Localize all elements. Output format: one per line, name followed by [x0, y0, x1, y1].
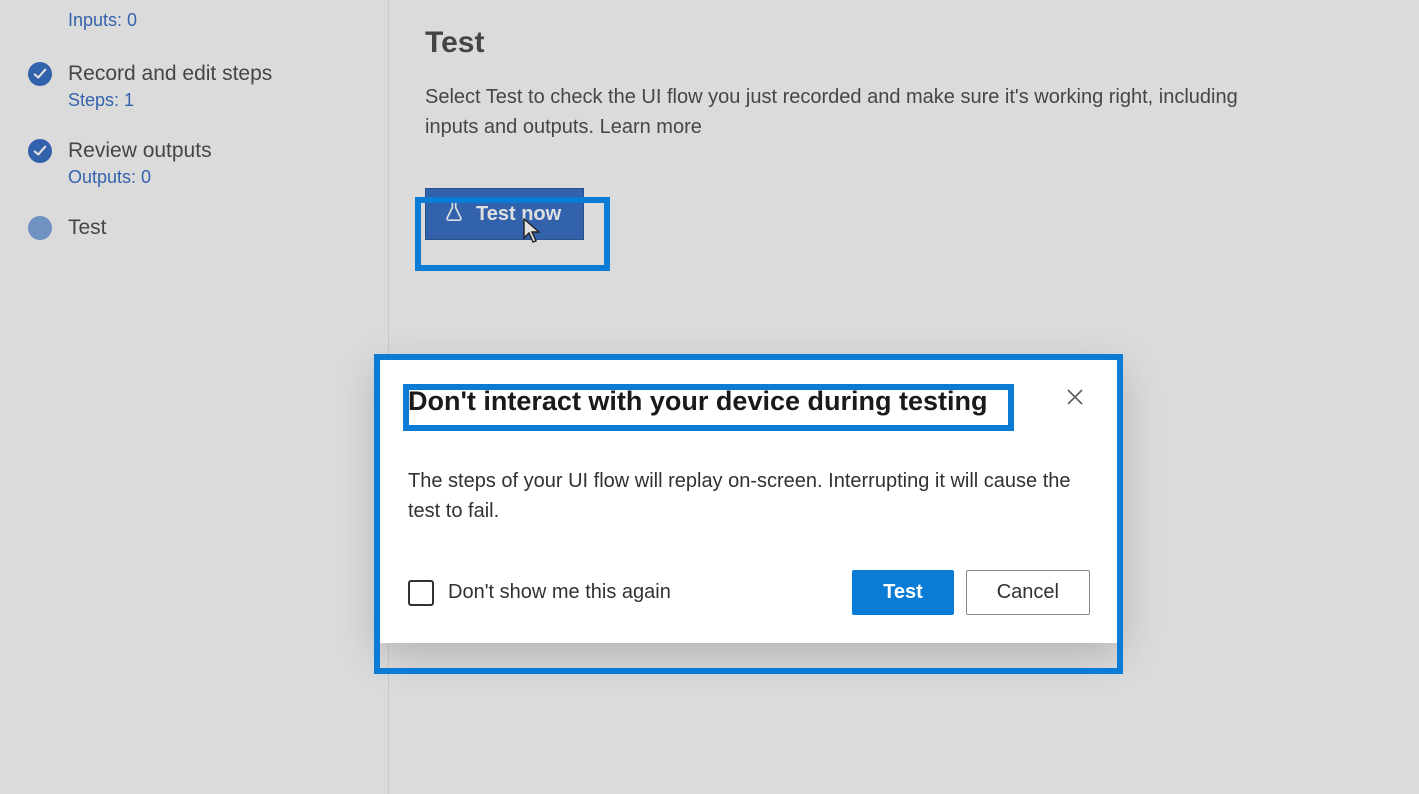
- description-text: Select Test to check the UI flow you jus…: [425, 86, 1238, 138]
- cancel-button[interactable]: Cancel: [966, 570, 1090, 615]
- step-title: Review outputs: [68, 137, 212, 165]
- step-icon-spacer: [28, 10, 52, 34]
- dialog-buttons: Test Cancel: [852, 570, 1090, 615]
- checkmark-icon: [28, 139, 52, 163]
- page-title: Test: [425, 26, 1379, 60]
- step-body: Record and edit steps Steps: 1: [68, 60, 272, 111]
- test-now-button[interactable]: Test now: [425, 188, 584, 240]
- step-sub: Steps: 1: [68, 90, 272, 111]
- dialog-title: Don't interact with your device during t…: [408, 384, 987, 418]
- close-button[interactable]: [1060, 384, 1090, 414]
- step-sub: Outputs: 0: [68, 167, 212, 188]
- wizard-step-review[interactable]: Review outputs Outputs: 0: [28, 129, 368, 206]
- dialog-footer: Don't show me this again Test Cancel: [408, 570, 1090, 615]
- test-now-label: Test now: [476, 203, 561, 226]
- wizard-step-record[interactable]: Record and edit steps Steps: 1: [28, 52, 368, 129]
- step-title: Test: [68, 214, 107, 242]
- close-icon: [1066, 386, 1084, 411]
- test-now-wrapper: Test now: [425, 188, 584, 240]
- step-title: Record and edit steps: [68, 60, 272, 88]
- dialog-body: The steps of your UI flow will replay on…: [408, 466, 1078, 526]
- learn-more-link[interactable]: Learn more: [600, 116, 702, 138]
- wizard-step-inputs[interactable]: Inputs: 0: [28, 0, 368, 52]
- dialog-header: Don't interact with your device during t…: [408, 384, 1090, 418]
- step-body: Inputs: 0: [68, 8, 137, 31]
- step-body: Test: [68, 214, 107, 242]
- dont-show-again-checkbox[interactable]: Don't show me this again: [408, 580, 671, 606]
- test-warning-dialog: Don't interact with your device during t…: [378, 360, 1120, 643]
- wizard-step-test[interactable]: Test: [28, 206, 368, 260]
- checkbox-label: Don't show me this again: [448, 581, 671, 604]
- checkbox-icon[interactable]: [408, 580, 434, 606]
- step-body: Review outputs Outputs: 0: [68, 137, 212, 188]
- current-step-icon: [28, 216, 52, 240]
- checkmark-icon: [28, 62, 52, 86]
- wizard-sidebar: Inputs: 0 Record and edit steps Steps: 1…: [0, 0, 388, 794]
- step-sub: Inputs: 0: [68, 10, 137, 31]
- flask-icon: [444, 199, 464, 229]
- test-button[interactable]: Test: [852, 570, 954, 615]
- page-description: Select Test to check the UI flow you jus…: [425, 82, 1255, 142]
